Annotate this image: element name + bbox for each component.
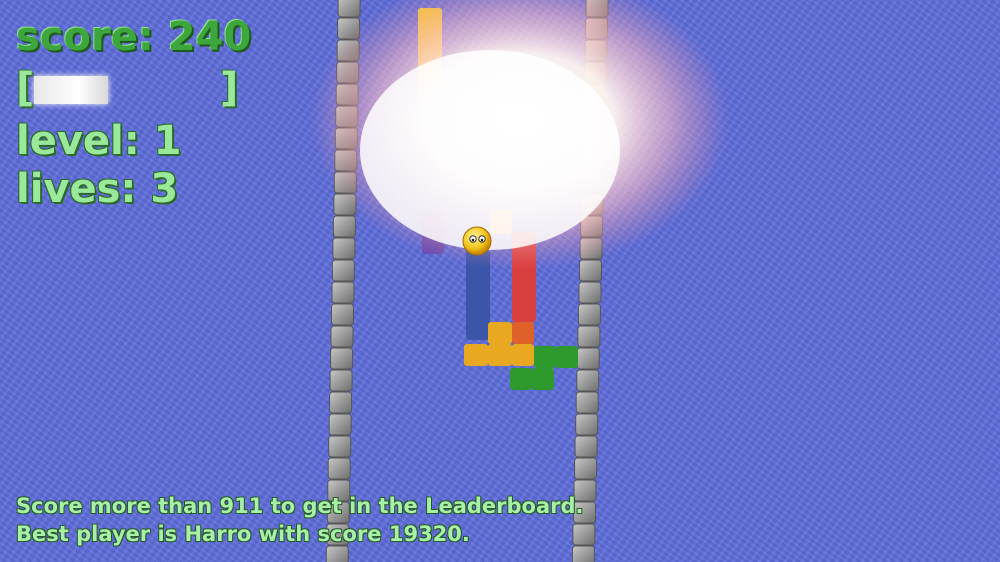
explosion-core (360, 50, 620, 250)
wall-block (330, 325, 354, 348)
wall-block (332, 237, 356, 260)
wall-block (575, 413, 599, 436)
wall-block (579, 259, 602, 282)
wall-block (574, 435, 598, 458)
power-meter-fill (34, 76, 108, 104)
wall-block (328, 413, 352, 436)
wall-block (332, 215, 356, 238)
wall-block (328, 435, 352, 458)
best-player-message: Best player is Harro with score 19320. (16, 522, 470, 546)
power-meter: [ ] (16, 64, 238, 112)
wall-block (577, 325, 601, 348)
level-readout: level: 1 (16, 118, 182, 164)
power-meter-open: [ (16, 65, 35, 111)
wall-block (571, 545, 595, 562)
wall-block (327, 457, 351, 480)
wall-block (577, 303, 601, 326)
wall-block (330, 347, 354, 370)
wall-block (337, 0, 361, 18)
wall-block (331, 259, 355, 282)
power-meter-close: ] (220, 65, 239, 111)
wall-block (572, 523, 596, 546)
wall-block (331, 281, 355, 304)
leaderboard-hint: Score more than 911 to get in the Leader… (16, 494, 584, 518)
lives-readout: lives: 3 (16, 166, 179, 212)
wall-block (329, 391, 353, 414)
wall-block (329, 369, 353, 392)
wall-block (325, 545, 349, 562)
wall-block (575, 391, 599, 414)
wall-block (578, 281, 602, 304)
wall-block (331, 303, 354, 326)
score-readout: score: 240 (16, 14, 252, 60)
wall-block (576, 347, 600, 370)
wall-block (576, 369, 600, 392)
wall-block (574, 457, 598, 480)
smiley-ball-icon (462, 226, 492, 256)
